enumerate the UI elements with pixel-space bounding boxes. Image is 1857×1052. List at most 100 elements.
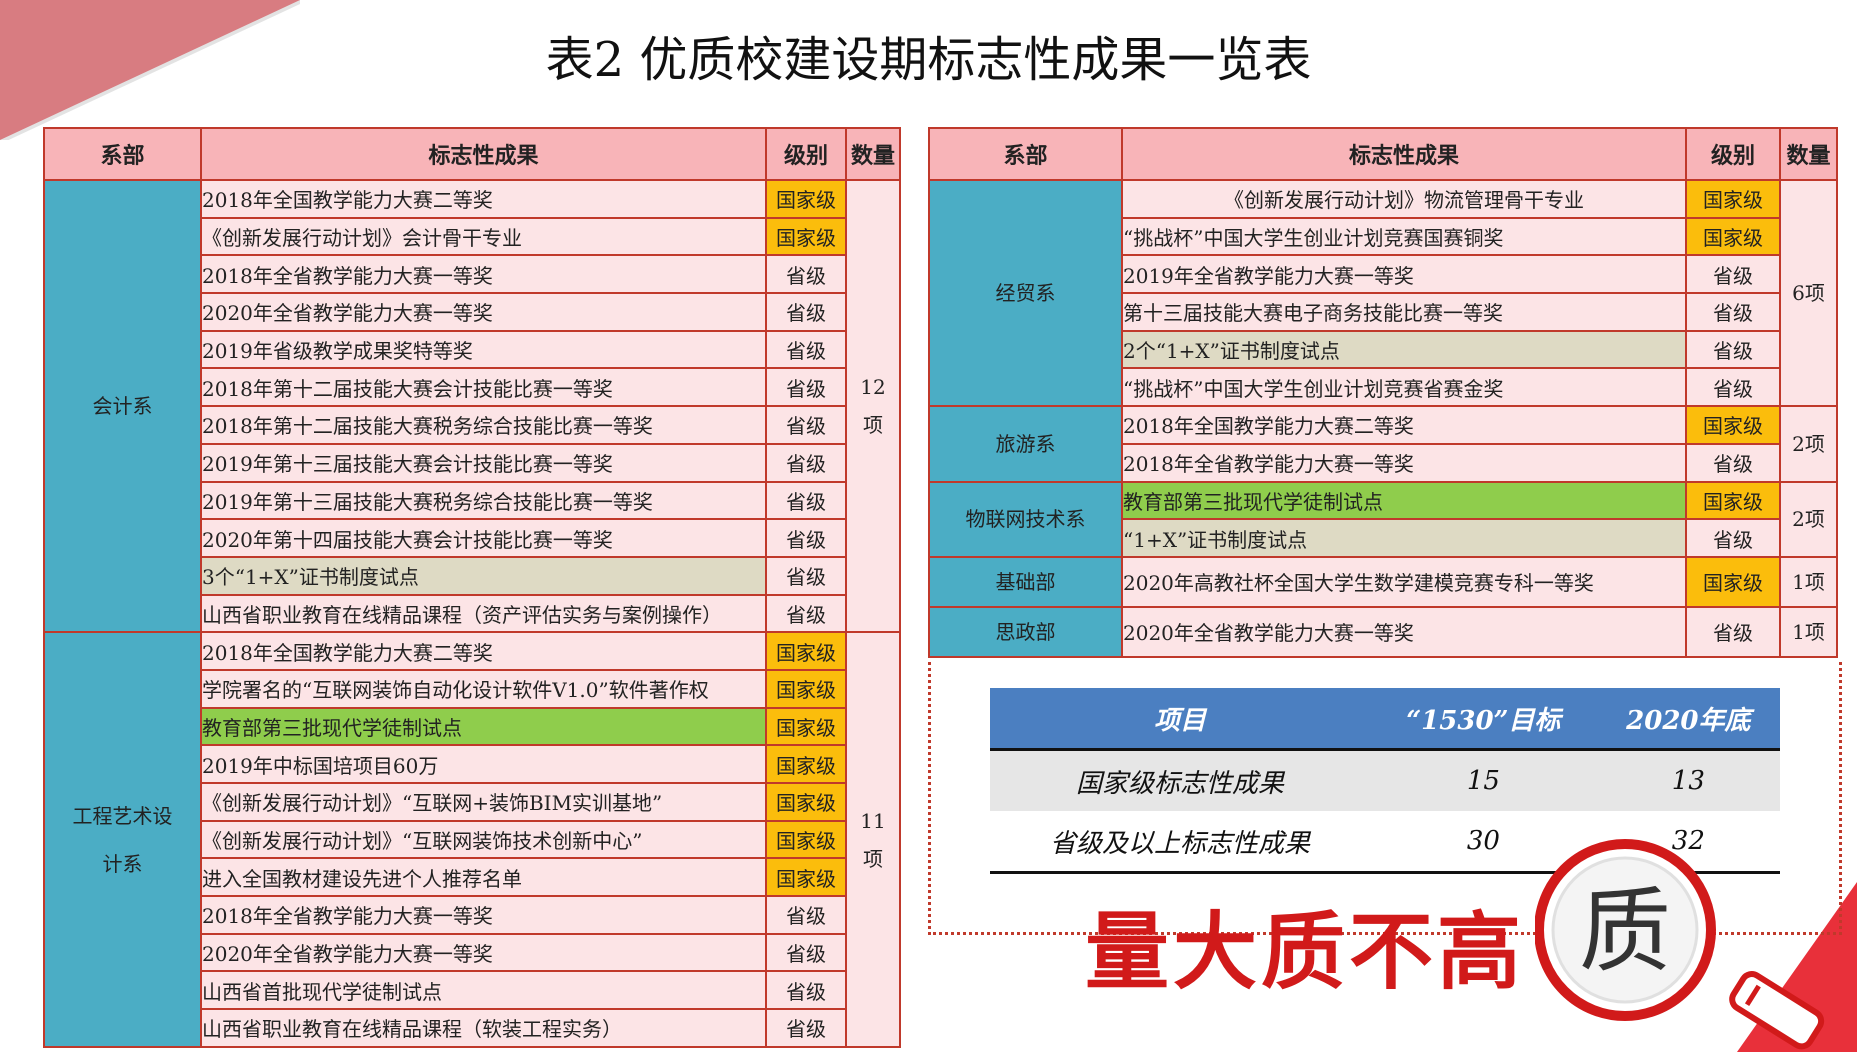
level-cell: 国家级 [1685,216,1781,257]
level-cell: 省级 [765,329,847,370]
summary-cell: 省级及以上标志性成果 [990,811,1371,874]
page-title: 表2 优质校建设期标志性成果一览表 [545,32,1312,88]
achievement-cell: 2个“1+X”证书制度试点 [1121,329,1687,370]
level-cell: 省级 [1685,329,1781,370]
level-cell: 国家级 [765,744,847,784]
achievement-cell: 2020年高教社杯全国大学生数学建模竞赛专科一等奖 [1121,555,1687,608]
header-dept: 系部 [43,127,202,181]
header-count: 数量 [845,127,901,181]
level-cell: 省级 [1685,442,1781,483]
summary-row: 国家级标志性成果 15 13 [990,748,1780,811]
achievement-cell: 2018年全国教学能力大赛二等奖 [1121,405,1687,445]
table-header-row: 系部 标志性成果 级别 数量 [43,127,901,181]
header-achievement: 标志性成果 [200,127,767,181]
achievement-cell: 2019年全省教学能力大赛一等奖 [1121,254,1687,295]
dept-cell: 旅游系 [928,405,1123,483]
count-cell: 2项 [1779,480,1838,558]
achievement-cell: 教育部第三批现代学徒制试点 [200,706,767,747]
level-cell: 省级 [1685,254,1781,295]
table-row: 经贸系 《创新发展行动计划》物流管理骨干专业 国家级 6项 [928,178,1838,408]
achievement-cell: 《创新发展行动计划》“互联网装饰技术创新中心” [200,819,767,860]
level-cell: 省级 [765,292,847,332]
dept-cell: 物联网技术系 [928,480,1123,558]
summary-header-target: “1530”目标 [1370,688,1597,750]
dept-cell: 经贸系 [928,178,1123,408]
level-cell: 省级 [765,367,847,408]
count-cell: 1项 [1779,605,1838,658]
achievement-cell: 3个“1+X”证书制度试点 [200,555,767,596]
achievement-cell: 2019年省级教学成果奖特等奖 [200,329,767,370]
header-achievement: 标志性成果 [1121,127,1687,181]
level-cell: 省级 [765,480,847,521]
achievement-cell: 山西省职业教育在线精品课程（资产评估实务与案例操作） [200,593,767,634]
achievement-cell: 2020年全省教学能力大赛一等奖 [200,292,767,332]
left-achievements-table: 系部 标志性成果 级别 数量 会计系 2018年全国教学能力大赛二等奖 国家级 12 … [43,127,901,1048]
achievement-cell: 2019年中标国培项目60万 [200,744,767,784]
achievement-cell: 第十三届技能大赛电子商务技能比赛一等奖 [1121,292,1687,332]
level-cell: 国家级 [765,179,847,219]
level-cell: 省级 [765,254,847,295]
achievement-cell: 2018年全国教学能力大赛二等奖 [200,631,767,671]
level-cell: 省级 [1685,367,1781,408]
header-level: 级别 [1685,127,1781,181]
header-count: 数量 [1779,127,1838,181]
level-cell: 国家级 [1685,480,1781,521]
level-cell: 省级 [765,518,847,558]
level-cell: 省级 [765,895,847,935]
summary-header-2020: 2020年底 [1596,688,1780,750]
achievement-cell: 山西省首批现代学徒制试点 [200,970,767,1011]
achievement-cell: 2020年全省教学能力大赛一等奖 [200,932,767,973]
level-cell: 省级 [765,405,847,445]
level-cell: 国家级 [1685,179,1781,219]
achievement-cell: 学院署名的“互联网装饰自动化设计软件V1.0”软件著作权 [200,668,767,709]
count-cell: 12 项 [845,178,901,634]
summary-cell: 13 [1596,748,1780,811]
achievement-cell: 2018年第十二届技能大赛会计技能比赛一等奖 [200,367,767,408]
level-cell: 国家级 [765,216,847,257]
dept-cell: 思政部 [928,605,1123,658]
achievement-cell: “挑战杯”中国大学生创业计划竞赛省赛金奖 [1121,367,1687,408]
achievement-cell: 《创新发展行动计划》会计骨干专业 [200,216,767,257]
achievement-cell: “挑战杯”中国大学生创业计划竞赛国赛铜奖 [1121,216,1687,257]
table-row: 物联网技术系 教育部第三批现代学徒制试点 国家级 2项 [928,480,1838,558]
count-cell: 11 项 [845,631,901,1048]
achievement-cell: 《创新发展行动计划》物流管理骨干专业 [1121,179,1687,219]
table-row: 思政部 2020年全省教学能力大赛一等奖 省级 1项 [928,605,1838,658]
achievement-cell: 2020年全省教学能力大赛一等奖 [1121,605,1687,658]
dept-cell: 会计系 [43,178,202,634]
summary-header-item: 项目 [990,688,1371,750]
achievement-cell: “1+X”证书制度试点 [1121,518,1687,558]
level-cell: 省级 [765,1008,847,1048]
level-cell: 省级 [765,970,847,1011]
level-cell: 国家级 [765,706,847,747]
level-cell: 省级 [765,555,847,596]
summary-cell: 国家级标志性成果 [990,748,1371,811]
dept-cell: 工程艺术设 计系 [43,631,202,1048]
magnifier-char: 质 [1579,878,1671,985]
level-cell: 国家级 [1685,405,1781,445]
achievement-cell: 《创新发展行动计划》“互联网+装饰BIM实训基地” [200,782,767,822]
right-achievements-table: 系部 标志性成果 级别 数量 经贸系 《创新发展行动计划》物流管理骨干专业 国家级 6… [928,127,1838,658]
level-cell: 国家级 [765,668,847,709]
achievement-cell: 山西省职业教育在线精品课程（软装工程实务） [200,1008,767,1048]
table-row: 会计系 2018年全国教学能力大赛二等奖 国家级 12 项 [43,178,901,634]
header-level: 级别 [765,127,847,181]
achievement-cell: 2018年全省教学能力大赛一等奖 [1121,442,1687,483]
summary-cell: 15 [1370,748,1597,811]
level-cell: 省级 [765,442,847,483]
level-cell: 省级 [765,593,847,634]
dept-cell: 基础部 [928,555,1123,608]
level-cell: 省级 [1685,518,1781,558]
level-cell: 省级 [1685,605,1781,658]
achievement-cell: 2018年全省教学能力大赛一等奖 [200,254,767,295]
table-header-row: 系部 标志性成果 级别 数量 [928,127,1838,181]
level-cell: 省级 [765,932,847,973]
table-row: 工程艺术设 计系 2018年全国教学能力大赛二等奖 国家级 11 项 [43,631,901,1048]
table-row: 旅游系 2018年全国教学能力大赛二等奖 国家级 2项 [928,405,1838,483]
level-cell: 省级 [1685,292,1781,332]
level-cell: 国家级 [765,857,847,898]
achievement-cell: 2019年第十三届技能大赛会计技能比赛一等奖 [200,442,767,483]
achievement-cell: 进入全国教材建设先进个人推荐名单 [200,857,767,898]
achievement-cell: 2020年第十四届技能大赛会计技能比赛一等奖 [200,518,767,558]
table-row: 基础部 2020年高教社杯全国大学生数学建模竞赛专科一等奖 国家级 1项 [928,555,1838,608]
